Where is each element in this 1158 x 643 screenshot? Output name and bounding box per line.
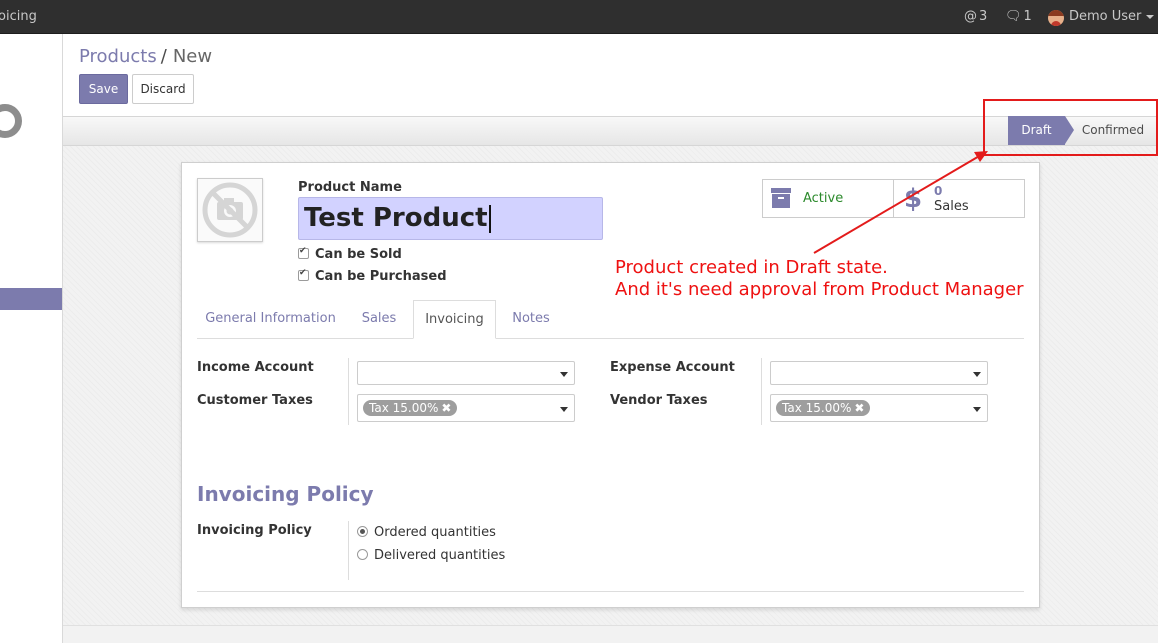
messages-count: 1 <box>1023 9 1032 24</box>
app-name[interactable]: oicing <box>0 9 37 24</box>
top-navbar: oicing @3 🗨 1 Demo User <box>0 0 1158 34</box>
user-avatar[interactable] <box>1048 10 1064 26</box>
invoicing-policy-label: Invoicing Policy <box>197 523 312 538</box>
customer-tax-tag-label: Tax 15.00% <box>369 401 439 415</box>
sales-count: 0 <box>934 184 943 198</box>
breadcrumb-current: New <box>172 46 213 67</box>
sidebar <box>0 34 63 643</box>
delivered-quantities-label: Delivered quantities <box>374 548 506 563</box>
annotation-line-1: Product created in Draft state. <box>615 257 888 278</box>
radio-button[interactable] <box>357 549 368 560</box>
left-column-separator <box>348 358 349 425</box>
radio-delivered-quantities[interactable]: Delivered quantities <box>357 548 505 563</box>
product-name-label: Product Name <box>298 180 402 195</box>
chevron-down-icon <box>560 372 568 377</box>
customer-taxes-select[interactable]: Tax 15.00% ✖ <box>357 394 575 422</box>
sales-smart-button[interactable]: $ 0 Sales <box>893 179 1025 218</box>
chevron-down-icon <box>973 372 981 377</box>
expense-account-select[interactable] <box>770 361 988 385</box>
sidebar-item-active[interactable] <box>0 288 62 310</box>
comments-icon: 🗨 <box>1005 9 1022 24</box>
vendor-taxes-label: Vendor Taxes <box>610 393 708 408</box>
sheet-bottom-divider <box>197 591 1024 592</box>
chevron-down-icon <box>1146 14 1155 19</box>
can-be-purchased-checkbox[interactable] <box>298 268 309 281</box>
tab-invoicing[interactable]: Invoicing <box>413 300 496 339</box>
active-label: Active <box>803 191 844 206</box>
company-logo-icon <box>0 104 22 138</box>
breadcrumb: Products / New <box>79 46 212 67</box>
save-button[interactable]: Save <box>79 74 128 104</box>
expense-account-label: Expense Account <box>610 360 735 375</box>
mentions-count: 3 <box>979 9 988 24</box>
user-name: Demo User <box>1069 9 1142 24</box>
product-name-input[interactable]: Test Product <box>298 197 603 240</box>
policy-separator <box>348 521 349 580</box>
annotation-line-2: And it's need approval from Product Mana… <box>615 279 1024 300</box>
sales-label: Sales <box>934 199 969 214</box>
at-icon: @ <box>964 9 977 24</box>
tab-general-information[interactable]: General Information <box>200 300 341 339</box>
radio-button-selected[interactable] <box>357 526 368 537</box>
breadcrumb-products-link[interactable]: Products <box>79 46 157 67</box>
can-be-sold-row[interactable]: Can be Sold <box>298 246 402 262</box>
product-image-placeholder[interactable] <box>197 178 263 242</box>
can-be-sold-checkbox[interactable] <box>298 246 309 259</box>
remove-tag-icon[interactable]: ✖ <box>854 401 864 415</box>
archive-icon <box>771 188 791 208</box>
can-be-purchased-row[interactable]: Can be Purchased <box>298 268 447 284</box>
discard-button[interactable]: Discard <box>132 74 194 104</box>
can-be-sold-label: Can be Sold <box>315 247 402 262</box>
dollar-icon: $ <box>904 184 923 214</box>
breadcrumb-separator: / <box>160 46 167 67</box>
no-camera-icon <box>202 182 258 238</box>
vendor-taxes-select[interactable]: Tax 15.00% ✖ <box>770 394 988 422</box>
tab-notes[interactable]: Notes <box>500 300 562 339</box>
chevron-down-icon <box>973 407 981 412</box>
invoicing-policy-title: Invoicing Policy <box>197 482 374 506</box>
annotation-highlight-box <box>983 99 1158 156</box>
ordered-quantities-label: Ordered quantities <box>374 525 496 540</box>
vendor-tax-tag: Tax 15.00% ✖ <box>776 400 871 416</box>
messages-indicator[interactable]: 🗨 1 <box>1005 9 1032 24</box>
customer-tax-tag: Tax 15.00% ✖ <box>363 400 458 416</box>
active-toggle-button[interactable]: Active <box>762 179 894 218</box>
page-bottom <box>63 625 1158 643</box>
product-name-value: Test Product <box>304 203 488 233</box>
customer-taxes-label: Customer Taxes <box>197 393 313 408</box>
tab-sales[interactable]: Sales <box>347 300 411 339</box>
chevron-down-icon <box>560 407 568 412</box>
income-account-label: Income Account <box>197 360 314 375</box>
text-cursor <box>488 204 491 233</box>
right-column-separator <box>761 358 762 425</box>
remove-tag-icon[interactable]: ✖ <box>441 401 451 415</box>
vendor-tax-tag-label: Tax 15.00% <box>782 401 852 415</box>
can-be-purchased-label: Can be Purchased <box>315 269 447 284</box>
income-account-select[interactable] <box>357 361 575 385</box>
user-menu[interactable]: Demo User <box>1069 9 1155 24</box>
radio-ordered-quantities[interactable]: Ordered quantities <box>357 525 496 540</box>
mentions-indicator[interactable]: @3 <box>964 9 987 24</box>
